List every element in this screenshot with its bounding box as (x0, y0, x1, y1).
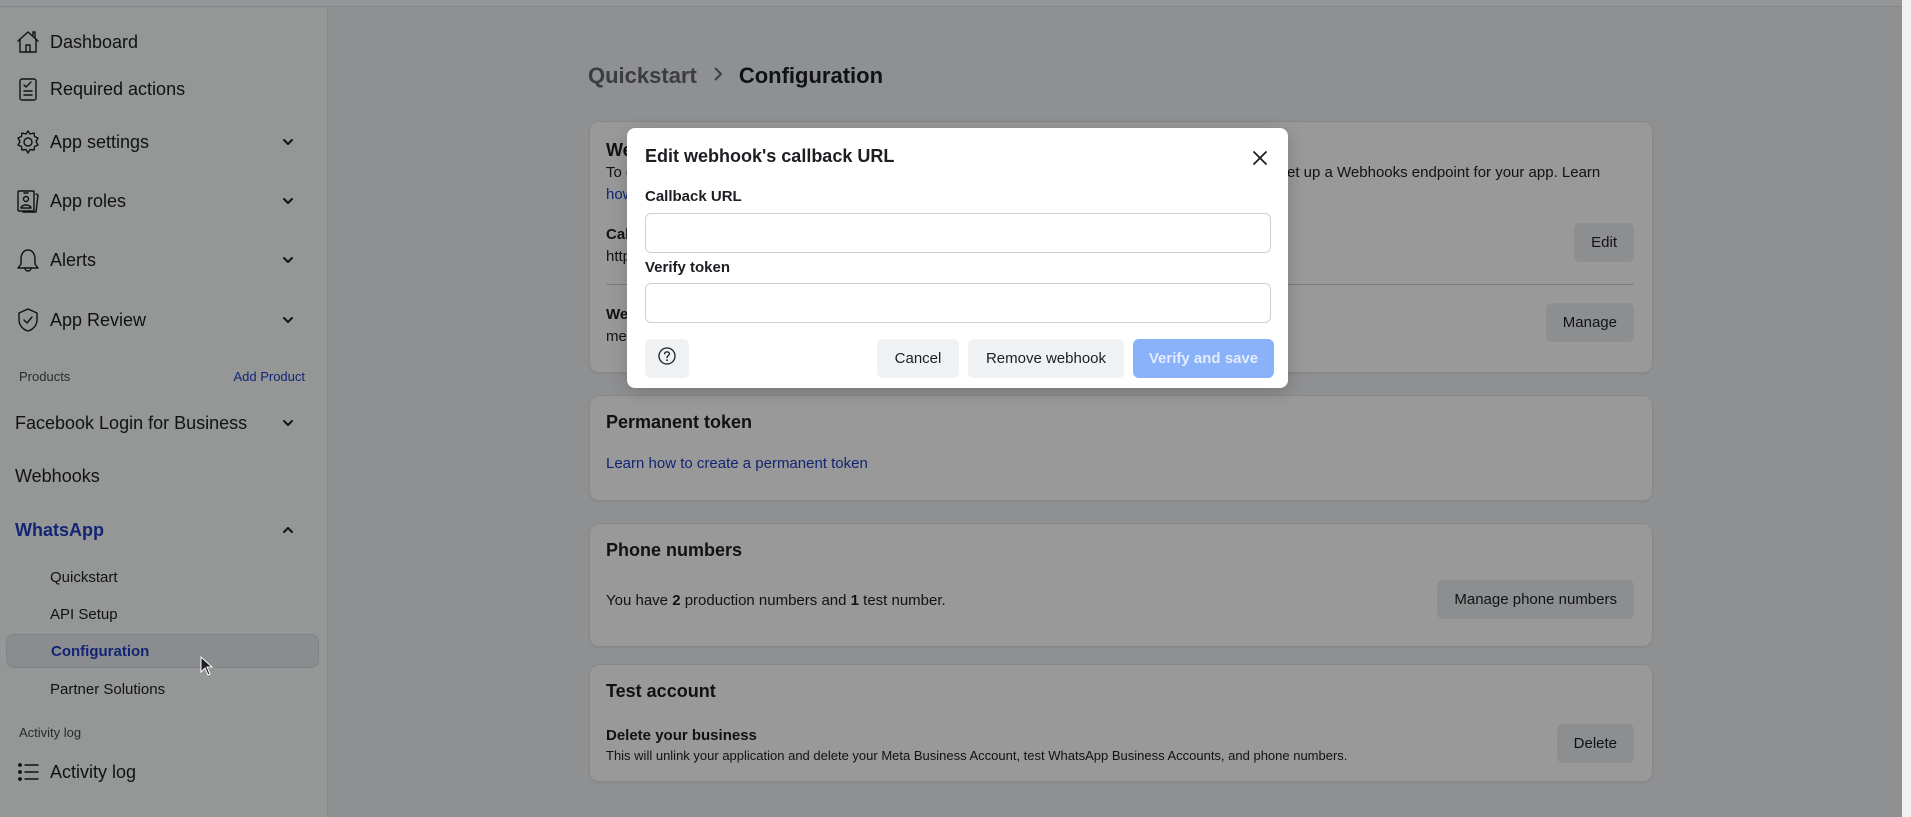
remove-webhook-button[interactable]: Remove webhook (968, 339, 1124, 378)
verify-and-save-button[interactable]: Verify and save (1133, 339, 1274, 378)
modal-backdrop[interactable] (0, 0, 1902, 817)
callback-url-input[interactable] (645, 213, 1271, 253)
close-icon[interactable] (1250, 148, 1270, 168)
mouse-cursor-icon (200, 656, 214, 676)
callback-url-field-label: Callback URL (645, 188, 742, 205)
help-button[interactable] (645, 339, 689, 378)
cancel-button[interactable]: Cancel (877, 339, 959, 378)
verify-token-field-label: Verify token (645, 259, 731, 276)
scrollbar[interactable] (1902, 0, 1911, 817)
dialog-title: Edit webhook's callback URL (645, 146, 895, 166)
edit-webhook-dialog: Edit webhook's callback URL Callback URL… (627, 128, 1288, 388)
verify-token-input[interactable] (645, 283, 1271, 323)
question-circle-icon (657, 346, 677, 371)
